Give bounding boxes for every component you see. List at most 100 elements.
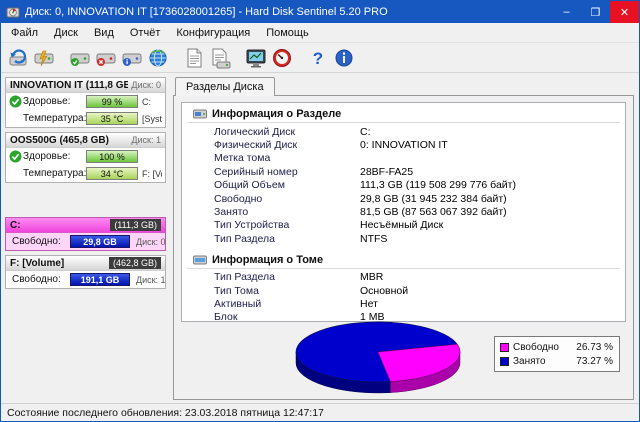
disk-panel-1[interactable]: OOS500G (465,8 GB) Диск: 1 Здоровье: 100… bbox=[5, 132, 166, 183]
temperature-label: Температура: bbox=[23, 168, 87, 179]
info-value: Несъёмный Диск bbox=[360, 219, 444, 232]
tab-page: Информация о Разделе Логический Диск C: Ф… bbox=[173, 95, 634, 400]
health-ok-icon bbox=[9, 95, 22, 108]
info-row: Общий Объем 111,3 GB (119 508 299 776 бай… bbox=[184, 179, 623, 192]
help-icon[interactable]: ? bbox=[305, 45, 331, 71]
info-value: C: bbox=[360, 125, 371, 138]
close-button[interactable]: ✕ bbox=[610, 1, 639, 23]
disk-panel-0[interactable]: INNOVATION IT (111,8 GB) Диск: 0 Здоровь… bbox=[5, 77, 166, 128]
network-globe-icon[interactable] bbox=[145, 45, 171, 71]
info-icon[interactable] bbox=[331, 45, 357, 71]
report-icon[interactable] bbox=[181, 45, 207, 71]
volume-icon bbox=[193, 255, 207, 265]
legend-label: Свободно bbox=[513, 341, 559, 353]
temperature-row: Температура: 35 °C [System-res... bbox=[6, 110, 165, 127]
maximize-button[interactable]: ❐ bbox=[581, 1, 610, 23]
main-panel: Разделы Диска Информация о Разделе Логич… bbox=[169, 73, 639, 403]
toolbar-separator bbox=[233, 45, 243, 71]
toolbar-separator bbox=[295, 45, 305, 71]
status-bar: Состояние последнего обновления: 23.03.2… bbox=[1, 403, 639, 421]
disk-name: INNOVATION IT (111,8 GB) bbox=[10, 79, 129, 91]
partition-size-badge: (111,3 GB) bbox=[110, 219, 161, 231]
temperature-label: Температура: bbox=[23, 113, 87, 124]
toolbar-separator bbox=[57, 45, 67, 71]
partition-name: C: bbox=[10, 219, 21, 231]
menu-report[interactable]: Отчёт bbox=[122, 25, 168, 41]
disk-error-icon[interactable] bbox=[93, 45, 119, 71]
menu-help[interactable]: Помощь bbox=[258, 25, 317, 41]
section-title: Информация о Томе bbox=[212, 253, 324, 266]
partition-panel-c[interactable]: C: (111,3 GB) Свободно: 29,8 GB Диск: 0 bbox=[5, 217, 166, 251]
info-row: Физический Диск 0: INNOVATION IT bbox=[184, 138, 623, 151]
disk-tools-icon[interactable] bbox=[31, 45, 57, 71]
health-bar: 99 % bbox=[86, 95, 138, 108]
usage-chart-area: Свободно 26.73 % Занято 73.27 % bbox=[181, 321, 626, 396]
menu-file[interactable]: Файл bbox=[3, 25, 46, 41]
info-label: Серийный номер bbox=[214, 165, 298, 178]
partition-panel-f[interactable]: F: [Volume] (462,8 GB) Свободно: 191,1 G… bbox=[5, 255, 166, 289]
temperature-bar: 35 °C bbox=[86, 112, 138, 125]
partition-panel-header: F: [Volume] (462,8 GB) bbox=[6, 256, 165, 271]
info-label: Активный bbox=[214, 297, 262, 310]
info-row: Активный Нет bbox=[184, 297, 623, 310]
report-disk-icon[interactable] bbox=[207, 45, 233, 71]
legend-label: Занято bbox=[513, 355, 546, 367]
app-icon bbox=[6, 5, 20, 19]
free-space-row: Свободно: 191,1 GB Диск: 1 bbox=[6, 271, 166, 288]
disk-number: Диск: 0 bbox=[131, 80, 161, 90]
menu-configuration[interactable]: Конфигурация bbox=[168, 25, 258, 41]
temperature-bar: 34 °C bbox=[86, 167, 138, 180]
disk-name: OOS500G (465,8 GB) bbox=[10, 134, 109, 146]
section-title: Информация о Разделе bbox=[212, 108, 342, 120]
info-row: Метка тома bbox=[184, 152, 623, 165]
info-value: 28BF-FA25 bbox=[360, 165, 414, 178]
partition-info-box: Информация о Разделе Логический Диск C: Ф… bbox=[181, 102, 626, 322]
info-row: Тип Тома Основной bbox=[184, 284, 623, 297]
disk-panel-header: INNOVATION IT (111,8 GB) Диск: 0 bbox=[6, 78, 165, 93]
disk-info-icon[interactable] bbox=[119, 45, 145, 71]
free-label: Свободно: bbox=[12, 236, 61, 247]
disk-number: Диск: 0 bbox=[136, 236, 166, 247]
menu-disk[interactable]: Диск bbox=[46, 25, 86, 41]
info-label: Метка тома bbox=[214, 152, 271, 165]
legend-swatch-used bbox=[500, 356, 509, 366]
legend-row-used: Занято 73.27 % bbox=[500, 354, 613, 368]
info-value: MBR bbox=[360, 271, 384, 284]
menu-bar: Файл Диск Вид Отчёт Конфигурация Помощь bbox=[1, 23, 639, 43]
temperature-row: Температура: 34 °C F: [Volume] bbox=[6, 165, 165, 182]
partition-name: F: [Volume] bbox=[10, 257, 65, 269]
free-space-bar: 191,1 GB bbox=[70, 273, 130, 286]
info-value: Основной bbox=[360, 284, 409, 297]
menu-view[interactable]: Вид bbox=[86, 25, 122, 41]
title-bar[interactable]: Диск: 0, INNOVATION IT [1736028001265] -… bbox=[1, 1, 639, 23]
disk-number: Диск: 1 bbox=[136, 274, 166, 285]
info-label: Физический Диск bbox=[214, 139, 298, 152]
health-bar: 100 % bbox=[86, 150, 138, 163]
info-label: Общий Объем bbox=[214, 179, 285, 192]
partition-letter: C: bbox=[142, 96, 151, 107]
info-row: Логический Диск C: bbox=[184, 125, 623, 138]
status-text: Состояние последнего обновления: 23.03.2… bbox=[7, 406, 324, 419]
health-label: Здоровье: bbox=[23, 96, 71, 107]
tab-disk-partitions[interactable]: Разделы Диска bbox=[175, 77, 275, 96]
info-value: 81,5 GB (87 563 067 392 байт) bbox=[360, 206, 507, 219]
refresh-disks-icon[interactable] bbox=[5, 45, 31, 71]
gauge-icon[interactable] bbox=[269, 45, 295, 71]
info-label: Свободно bbox=[214, 192, 263, 205]
monitor-icon[interactable] bbox=[243, 45, 269, 71]
info-value: 0: INNOVATION IT bbox=[360, 139, 448, 152]
info-label: Логический Диск bbox=[214, 125, 296, 138]
minimize-button[interactable]: – bbox=[552, 1, 581, 23]
health-row: Здоровье: 100 % bbox=[6, 148, 165, 165]
info-value: NTFS bbox=[360, 232, 388, 245]
disk-sidebar: INNOVATION IT (111,8 GB) Диск: 0 Здоровь… bbox=[1, 73, 169, 403]
info-row: Свободно 29,8 GB (31 945 232 384 байт) bbox=[184, 192, 623, 205]
health-label: Здоровье: bbox=[23, 151, 71, 162]
info-value: Нет bbox=[360, 297, 378, 310]
info-row: Тип Раздела MBR bbox=[184, 271, 623, 284]
info-label: Тип Раздела bbox=[214, 232, 275, 245]
window-title: Диск: 0, INNOVATION IT [1736028001265] -… bbox=[25, 6, 388, 18]
svg-text:?: ? bbox=[313, 49, 323, 68]
disk-ok-icon[interactable] bbox=[67, 45, 93, 71]
